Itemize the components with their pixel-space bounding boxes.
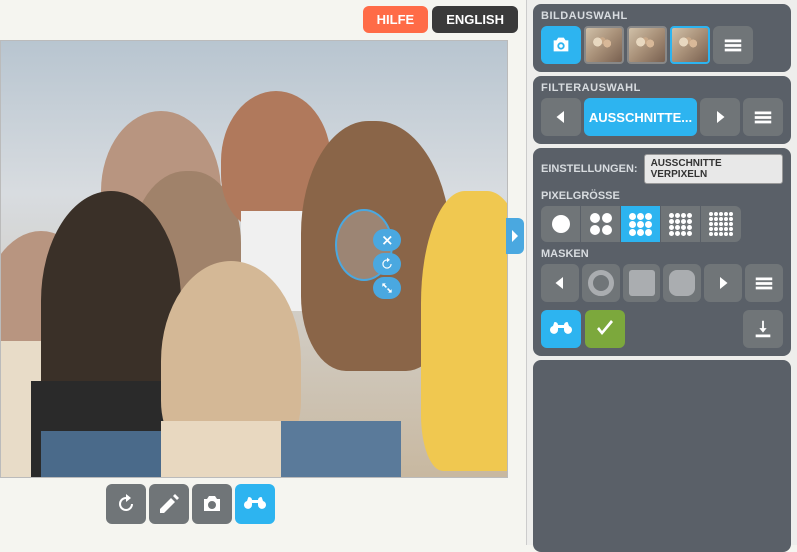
selection-resize-button[interactable] xyxy=(373,277,401,299)
pencil-icon xyxy=(157,492,181,516)
rotate-button[interactable] xyxy=(106,484,146,524)
masks-label: MASKEN xyxy=(541,248,783,260)
mask-square-button[interactable] xyxy=(623,264,661,302)
download-icon xyxy=(752,318,774,340)
settings-badge: AUSSCHNITTE VERPIXELN xyxy=(644,154,783,184)
expand-sidebar-handle[interactable] xyxy=(506,218,524,254)
mask-rounded-button[interactable] xyxy=(663,264,701,302)
upload-image-button[interactable] xyxy=(541,26,581,64)
photo-canvas[interactable] xyxy=(0,40,508,478)
filter-prev-button[interactable] xyxy=(541,98,581,136)
image-thumb-3[interactable] xyxy=(670,26,710,64)
camera-icon xyxy=(550,34,572,56)
binoculars-icon xyxy=(549,317,573,341)
pixel-size-4[interactable] xyxy=(661,206,701,242)
image-menu-button[interactable] xyxy=(713,26,753,64)
arrow-right-icon xyxy=(711,108,729,126)
filter-selection-title: FILTERAUSWAHL xyxy=(541,82,783,94)
mask-prev-button[interactable] xyxy=(541,264,579,302)
camera-button[interactable] xyxy=(192,484,232,524)
chevron-right-icon xyxy=(510,229,520,243)
pixel-size-2[interactable] xyxy=(581,206,621,242)
rounded-square-icon xyxy=(669,270,695,296)
preview-action-button[interactable] xyxy=(541,310,581,348)
help-button[interactable]: HILFE xyxy=(363,6,429,33)
circle-icon xyxy=(588,270,614,296)
image-thumb-2[interactable] xyxy=(627,26,667,64)
settings-panel: EINSTELLUNGEN: AUSSCHNITTE VERPIXELN PIX… xyxy=(533,148,791,356)
apply-button[interactable] xyxy=(585,310,625,348)
selection-close-button[interactable] xyxy=(373,229,401,251)
image-selection-panel: BILDAUSWAHL xyxy=(533,4,791,72)
square-icon xyxy=(629,270,655,296)
pixel-size-1[interactable] xyxy=(541,206,581,242)
pixel-size-5[interactable] xyxy=(701,206,741,242)
filter-selection-panel: FILTERAUSWAHL AUSSCHNITTE... xyxy=(533,76,791,144)
filter-menu-button[interactable] xyxy=(743,98,783,136)
image-selection-title: BILDAUSWAHL xyxy=(541,10,783,22)
settings-title: EINSTELLUNGEN: xyxy=(541,163,638,175)
mask-next-button[interactable] xyxy=(704,264,742,302)
mask-menu-button[interactable] xyxy=(745,264,783,302)
pixel-size-3[interactable] xyxy=(621,206,661,242)
bottom-panel xyxy=(533,360,791,552)
check-icon xyxy=(593,317,617,341)
language-button[interactable]: ENGLISH xyxy=(432,6,518,33)
arrow-right-icon xyxy=(714,274,732,292)
preview-button[interactable] xyxy=(235,484,275,524)
menu-icon xyxy=(753,272,775,294)
download-button[interactable] xyxy=(743,310,783,348)
edit-button[interactable] xyxy=(149,484,189,524)
pixel-size-label: PIXELGRÖSSE xyxy=(541,190,783,202)
menu-icon xyxy=(722,34,744,56)
camera-icon xyxy=(200,492,224,516)
sidebar: BILDAUSWAHL FILTERAUSWAHL AUSSCHNITTE... xyxy=(526,0,797,545)
arrow-left-icon xyxy=(551,274,569,292)
menu-icon xyxy=(752,106,774,128)
filter-next-button[interactable] xyxy=(700,98,740,136)
resize-icon xyxy=(380,281,394,295)
binoculars-icon xyxy=(243,492,267,516)
rotate-icon xyxy=(114,492,138,516)
selection-rotate-button[interactable] xyxy=(373,253,401,275)
rotate-icon xyxy=(380,257,394,271)
mask-circle-button[interactable] xyxy=(582,264,620,302)
close-icon xyxy=(380,233,394,247)
filter-name-button[interactable]: AUSSCHNITTE... xyxy=(584,98,697,136)
arrow-left-icon xyxy=(552,108,570,126)
image-thumb-1[interactable] xyxy=(584,26,624,64)
